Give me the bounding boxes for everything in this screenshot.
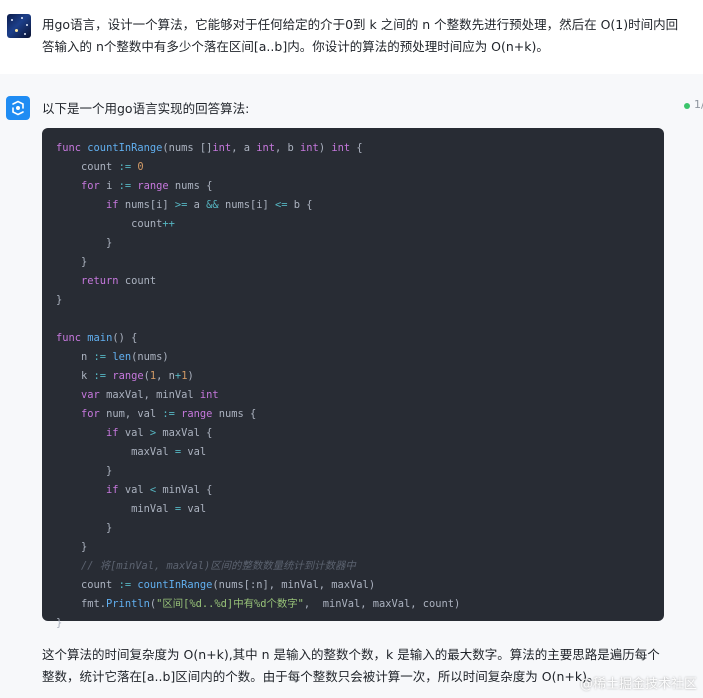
bot-intro-text: 以下是一个用go语言实现的回答算法: — [42, 101, 250, 116]
code-line-14: var maxVal, minVal int — [81, 389, 219, 401]
bot-logo-icon — [6, 96, 30, 120]
code-line-20: minVal = val — [56, 503, 207, 515]
code-line-23: // 将[minVal, maxVal)区间的整数数量统计到计数器中 — [56, 560, 356, 572]
code-line-24: count := countInRange(nums[:n], minVal, … — [56, 579, 376, 591]
code-line-1: func countInRange(nums []int, a int, b i… — [56, 142, 363, 154]
status-text: 1/ — [694, 98, 703, 111]
code-line-18: } — [56, 465, 113, 477]
code-block[interactable]: func countInRange(nums []int, a int, b i… — [42, 128, 664, 629]
code-line-26: } — [56, 617, 63, 629]
code-line-25: fmt.Println("区间[%d..%d]中有%d个数字", minVal,… — [56, 598, 461, 610]
user-message: 用go语言，设计一个算法，它能够对于任何给定的介于0到 k 之间的 n 个整数先… — [0, 0, 703, 70]
code-line-8: return count — [81, 275, 157, 287]
code-line-7: } — [56, 256, 88, 268]
starry-night-avatar[interactable] — [7, 14, 31, 38]
code-line-15: for num, val := range nums { — [81, 408, 257, 420]
code-line-12: n := len(nums) — [56, 351, 169, 363]
watermark: @稀土掘金技术社区 — [579, 677, 697, 692]
user-message-text: 用go语言，设计一个算法，它能够对于任何给定的介于0到 k 之间的 n 个整数先… — [42, 17, 679, 54]
code-line-6: } — [56, 237, 113, 249]
bot-message: 以下是一个用go语言实现的回答算法: 1/ func countInRange(… — [0, 74, 703, 698]
code-line-19: if val < minVal { — [106, 484, 213, 496]
code-line-22: } — [56, 541, 88, 553]
code-line-9: } — [56, 294, 63, 306]
code-line-21: } — [56, 522, 113, 534]
code-line-11: func main() { — [56, 332, 138, 344]
code-line-2: count := 0 — [56, 161, 144, 173]
code-line-3: for i := range nums { — [81, 180, 213, 192]
code-line-13: k := range(1, n+1) — [56, 370, 194, 382]
code-line-16: if val > maxVal { — [106, 427, 213, 439]
code-line-4: if nums[i] >= a && nums[i] <= b { — [106, 199, 313, 211]
status-dot-icon — [684, 103, 690, 109]
code-line-17: maxVal = val — [56, 446, 207, 458]
bot-summary-text: 这个算法的时间复杂度为 O(n+k),其中 n 是输入的整数个数，k 是输入的最… — [42, 647, 660, 684]
code-line-5: count++ — [56, 218, 175, 230]
